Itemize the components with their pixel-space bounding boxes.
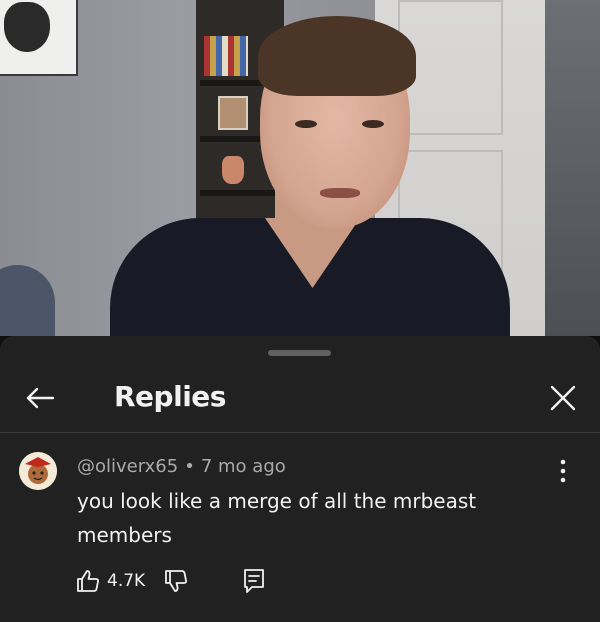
comment-meta: @oliverx65 • 7 mo ago [77, 456, 286, 477]
more-options-button[interactable] [549, 456, 577, 486]
sheet-header: Replies [0, 366, 600, 432]
dislike-button[interactable] [163, 568, 189, 594]
like-count: 4.7K [107, 571, 146, 591]
comment-author[interactable]: @oliverx65 [77, 456, 178, 477]
drag-handle[interactable] [268, 350, 331, 356]
comment-text: you look like a merge of all the mrbeast… [77, 489, 477, 547]
thumbs-up-icon [77, 570, 99, 592]
header-divider [0, 432, 600, 433]
reply-icon [244, 569, 265, 593]
reply-button[interactable] [241, 567, 267, 595]
avatar[interactable] [19, 452, 57, 490]
meta-separator: • [184, 456, 195, 477]
arrow-left-icon [26, 387, 55, 409]
more-vert-icon [560, 459, 566, 483]
video-player[interactable] [0, 0, 600, 336]
replies-sheet: Replies @oliverx65 • 7 mo ago you look l… [0, 336, 600, 622]
video-subject [110, 8, 510, 336]
close-button[interactable] [543, 378, 583, 418]
wall-art [0, 0, 78, 76]
comment-actions: 4.7K [75, 566, 267, 596]
like-button[interactable]: 4.7K [75, 568, 145, 594]
comment-item: @oliverx65 • 7 mo ago you look like a merg… [0, 446, 600, 616]
comment-time: 7 mo ago [200, 456, 286, 477]
thumbs-down-icon [165, 570, 188, 592]
close-icon [550, 385, 576, 411]
background-shelf [545, 0, 600, 336]
back-button[interactable] [20, 378, 60, 418]
page-title: Replies [114, 380, 226, 413]
avatar-image [19, 452, 57, 490]
